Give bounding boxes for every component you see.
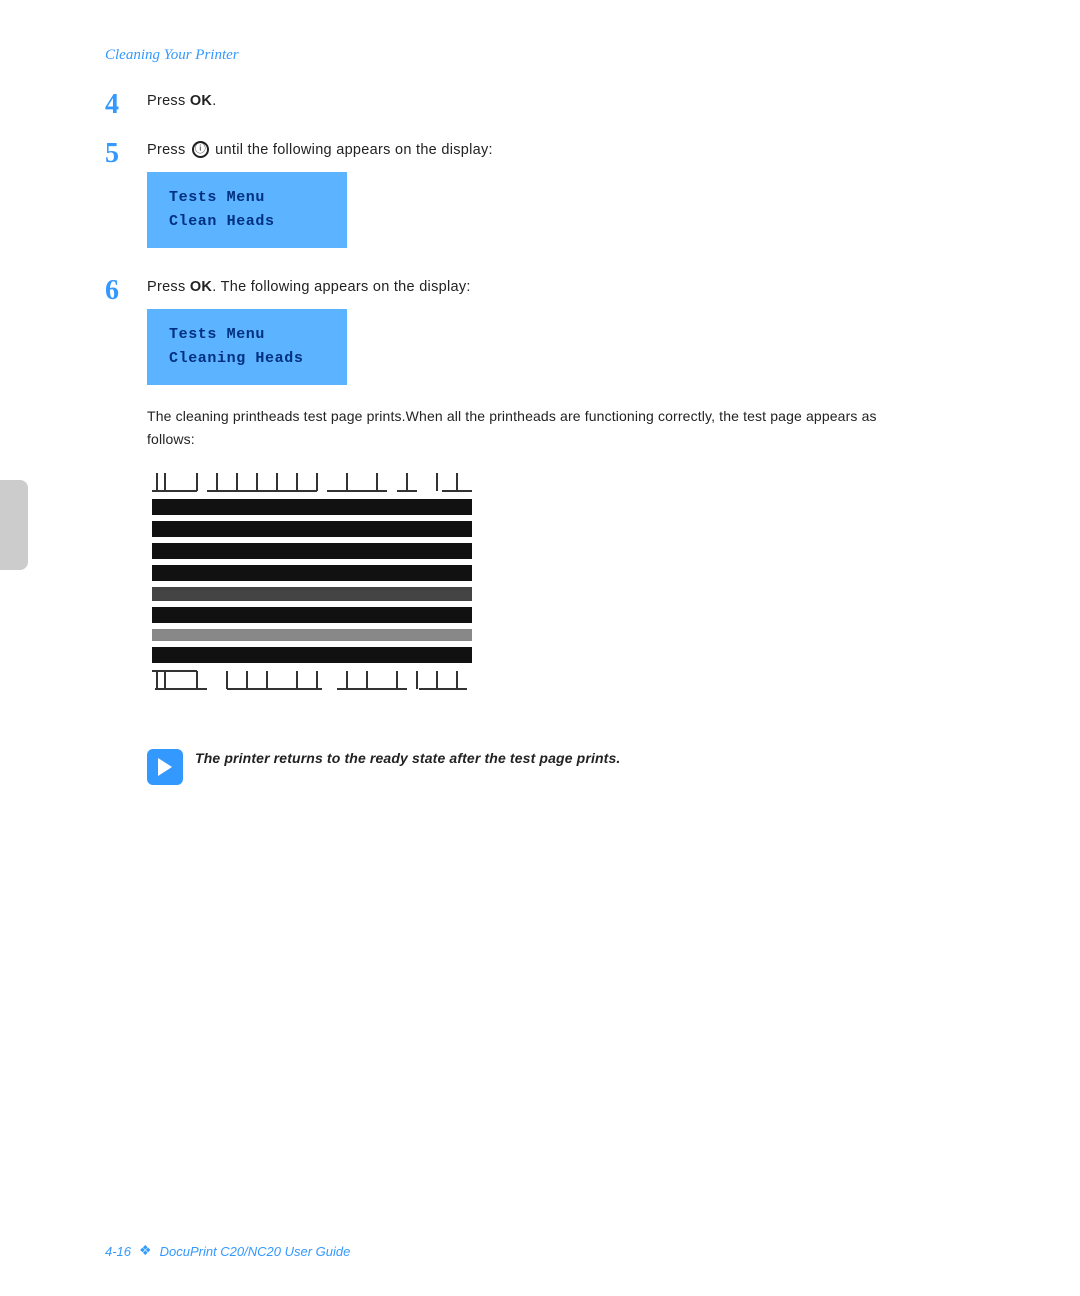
display-box-1-line2: Clean Heads	[169, 210, 325, 234]
display-box-1-line1: Tests Menu	[169, 186, 325, 210]
stripe-black-3	[152, 543, 472, 559]
note-bold-text: The printer returns to the ready state a…	[195, 750, 620, 766]
stripe-black-2	[152, 521, 472, 537]
footer-page-number: 4-16	[105, 1244, 131, 1259]
footer: 4-16 ❖ DocuPrint C20/NC20 User Guide	[105, 1243, 1020, 1260]
step-6-content: Press OK. The following appears on the d…	[141, 276, 885, 785]
note-box: The printer returns to the ready state a…	[147, 747, 885, 785]
step-4-text: Press OK.	[147, 90, 885, 113]
display-box-2-line2: Cleaning Heads	[169, 347, 325, 371]
step-6-number: 6	[105, 276, 141, 307]
note-arrow-icon	[158, 758, 172, 776]
note-text: The printer returns to the ready state a…	[195, 747, 620, 769]
test-page-image	[147, 463, 885, 733]
breadcrumb-text: Cleaning Your Printer	[105, 47, 239, 63]
step-6-ok-bold: OK	[190, 279, 212, 295]
stripe-black-4	[152, 565, 472, 581]
step-5-content: Press ⓘ until the following appears on t…	[141, 139, 885, 258]
stripe-gray	[152, 629, 472, 641]
step-5-text: Press ⓘ until the following appears on t…	[147, 139, 885, 162]
stripe-black-6	[152, 647, 472, 663]
top-ticks	[152, 473, 472, 491]
stripe-black-1	[152, 499, 472, 515]
display-box-1: Tests Menu Clean Heads	[147, 172, 347, 248]
footer-diamond: ❖	[139, 1243, 152, 1260]
step-4-row: 4 Press OK.	[105, 90, 885, 121]
display-box-2-line1: Tests Menu	[169, 323, 325, 347]
breadcrumb: Cleaning Your Printer	[105, 47, 239, 64]
main-content: 4 Press OK. 5 Press ⓘ until the followin…	[105, 90, 885, 803]
body-paragraph: The cleaning printheads test page prints…	[147, 405, 885, 451]
step-6-row: 6 Press OK. The following appears on the…	[105, 276, 885, 785]
stripe-darkgray	[152, 587, 472, 601]
stripe-black-5	[152, 607, 472, 623]
step-5-row: 5 Press ⓘ until the following appears on…	[105, 139, 885, 258]
test-page-svg	[147, 463, 477, 733]
left-tab	[0, 480, 28, 570]
step-4-number: 4	[105, 90, 141, 121]
step-5-number: 5	[105, 139, 141, 170]
circle-icon: ⓘ	[192, 141, 209, 158]
page-container: Cleaning Your Printer 4 Press OK. 5 Pres…	[0, 0, 1080, 1296]
display-box-2: Tests Menu Cleaning Heads	[147, 309, 347, 385]
step-4-ok-bold: OK	[190, 93, 212, 109]
note-icon	[147, 749, 183, 785]
bottom-ticks	[152, 671, 467, 689]
footer-guide-title: DocuPrint C20/NC20 User Guide	[160, 1244, 351, 1259]
step-4-content: Press OK.	[141, 90, 885, 113]
step-6-text: Press OK. The following appears on the d…	[147, 276, 885, 299]
